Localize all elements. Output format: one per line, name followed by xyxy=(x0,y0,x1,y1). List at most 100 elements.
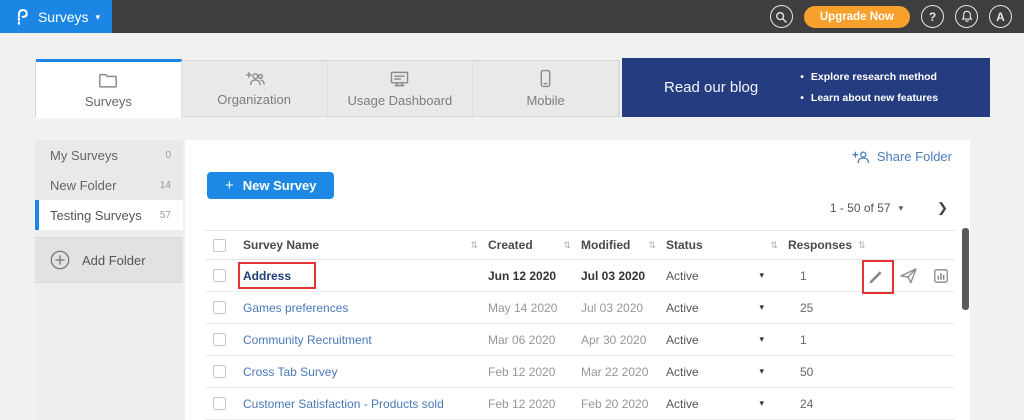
table-body: Address Jun 12 2020 Jul 03 2020 Active ▾… xyxy=(205,260,955,420)
status-dropdown-icon[interactable]: ▾ xyxy=(759,270,764,281)
table-row: Cross Tab Survey Feb 12 2020 Mar 22 2020… xyxy=(205,356,955,388)
status-dropdown-icon[interactable]: ▾ xyxy=(759,366,764,377)
tab-label: Organization xyxy=(217,92,291,107)
brand-label: Surveys xyxy=(38,9,89,25)
organization-icon xyxy=(243,70,265,87)
bullet-icon: • xyxy=(800,92,804,104)
created-cell: May 14 2020 xyxy=(488,301,581,315)
status-dropdown-icon[interactable]: ▾ xyxy=(759,334,764,345)
responses-cell: 1 xyxy=(788,333,854,347)
topbar-actions: Upgrade Now ? A xyxy=(770,5,1024,28)
pagination: 1 - 50 of 57 ▾ ❯ xyxy=(830,200,948,216)
avatar[interactable]: A xyxy=(989,5,1012,28)
responses-cell: 50 xyxy=(788,365,854,379)
sort-icon[interactable]: ⇅ xyxy=(470,240,478,251)
row-checkbox[interactable] xyxy=(213,397,226,410)
new-survey-label: New Survey xyxy=(243,178,317,193)
tab-label: Mobile xyxy=(526,93,564,108)
status-text: Active xyxy=(666,365,699,379)
vertical-scrollbar[interactable] xyxy=(962,228,969,310)
notifications-button[interactable] xyxy=(955,5,978,28)
search-button[interactable] xyxy=(770,5,793,28)
modified-cell: Jul 03 2020 xyxy=(581,301,666,315)
sidebar-item-new-folder[interactable]: New Folder 14 xyxy=(35,170,183,200)
folder-label: New Folder xyxy=(50,178,116,193)
tab-surveys[interactable]: Surveys xyxy=(36,59,182,118)
sort-icon[interactable]: ⇅ xyxy=(858,240,866,251)
tab-organization[interactable]: Organization xyxy=(182,61,328,116)
survey-name-link[interactable]: Community Recruitment xyxy=(243,333,372,347)
col-survey-name[interactable]: Survey Name⇅ xyxy=(243,238,488,252)
status-text: Active xyxy=(666,397,699,411)
add-folder-label: Add Folder xyxy=(82,253,146,268)
upgrade-now-button[interactable]: Upgrade Now xyxy=(804,6,910,28)
share-folder-label: Share Folder xyxy=(877,149,952,164)
mobile-icon xyxy=(539,69,552,88)
table-row: Address Jun 12 2020 Jul 03 2020 Active ▾… xyxy=(205,260,955,292)
responses-cell: 25 xyxy=(788,301,854,315)
bullet-icon: • xyxy=(800,71,804,83)
table-row: Community Recruitment Mar 06 2020 Apr 30… xyxy=(205,324,955,356)
modified-cell: Apr 30 2020 xyxy=(581,333,666,347)
sort-icon[interactable]: ⇅ xyxy=(648,240,656,251)
sort-icon[interactable]: ⇅ xyxy=(770,240,778,251)
pagination-dropdown-icon[interactable]: ▾ xyxy=(899,203,904,214)
modified-cell: Jul 03 2020 xyxy=(581,269,666,283)
status-dropdown-icon[interactable]: ▾ xyxy=(759,398,764,409)
row-checkbox[interactable] xyxy=(213,301,226,314)
blog-banner[interactable]: Read our blog •Explore research method •… xyxy=(622,58,990,117)
banner-bullet: •Learn about new features xyxy=(800,88,938,108)
status-dropdown-icon[interactable]: ▾ xyxy=(759,302,764,313)
row-checkbox[interactable] xyxy=(213,365,226,378)
help-button[interactable]: ? xyxy=(921,5,944,28)
modified-cell: Feb 20 2020 xyxy=(581,397,666,411)
survey-name-link[interactable]: Cross Tab Survey xyxy=(243,365,337,379)
bar-chart-icon xyxy=(933,268,949,284)
created-cell: Feb 12 2020 xyxy=(488,397,581,411)
banner-title: Read our blog xyxy=(664,79,758,96)
tab-mobile[interactable]: Mobile xyxy=(473,61,619,116)
col-status[interactable]: Status⇅ xyxy=(666,238,788,252)
status-text: Active xyxy=(666,269,699,283)
row-checkbox[interactable] xyxy=(213,269,226,282)
proprofs-logo-icon xyxy=(12,6,31,27)
top-bar: Surveys ▾ Upgrade Now ? A xyxy=(0,0,1024,33)
sort-icon[interactable]: ⇅ xyxy=(563,240,571,251)
send-button[interactable] xyxy=(899,267,918,284)
created-cell: Mar 06 2020 xyxy=(488,333,581,347)
sidebar-item-my-surveys[interactable]: My Surveys 0 xyxy=(35,140,183,170)
folder-label: Testing Surveys xyxy=(50,208,142,223)
tab-usage-dashboard[interactable]: Usage Dashboard xyxy=(328,61,474,116)
add-folder-button[interactable]: Add Folder xyxy=(35,237,183,283)
chevron-down-icon: ▾ xyxy=(96,12,101,23)
modified-cell: Mar 22 2020 xyxy=(581,365,666,379)
col-responses[interactable]: Responses⇅ xyxy=(788,238,955,252)
banner-bullet: •Explore research method xyxy=(800,67,938,87)
tab-strip: Surveys Organization Usage Dashboard Mob… xyxy=(35,60,620,117)
bell-icon xyxy=(961,10,973,23)
created-cell: Feb 12 2020 xyxy=(488,365,581,379)
dashboard-icon xyxy=(389,70,410,88)
survey-name-link[interactable]: Customer Satisfaction - Products sold xyxy=(243,397,444,411)
table-header: Survey Name⇅ Created⇅ Modified⇅ Status⇅ … xyxy=(205,230,955,260)
new-survey-button[interactable]: + New Survey xyxy=(207,172,334,199)
next-page-button[interactable]: ❯ xyxy=(937,200,948,216)
reports-button[interactable] xyxy=(933,268,949,284)
responses-cell: 24 xyxy=(788,397,854,411)
col-created[interactable]: Created⇅ xyxy=(488,238,581,252)
share-folder-icon xyxy=(851,150,870,164)
select-all-checkbox[interactable] xyxy=(213,239,226,252)
table-row: Games preferences May 14 2020 Jul 03 202… xyxy=(205,292,955,324)
row-checkbox[interactable] xyxy=(213,333,226,346)
created-cell: Jun 12 2020 xyxy=(488,269,581,283)
paper-plane-icon xyxy=(899,267,918,284)
sidebar-item-testing-surveys[interactable]: Testing Surveys 57 xyxy=(35,200,183,230)
folder-list: My Surveys 0 New Folder 14 Testing Surve… xyxy=(35,140,183,230)
status-text: Active xyxy=(666,333,699,347)
annotation-box-edit-icon xyxy=(862,260,894,294)
folder-count: 0 xyxy=(165,150,171,161)
survey-name-link[interactable]: Games preferences xyxy=(243,301,348,315)
brand-menu[interactable]: Surveys ▾ xyxy=(0,0,112,33)
share-folder-button[interactable]: Share Folder xyxy=(851,149,952,164)
col-modified[interactable]: Modified⇅ xyxy=(581,238,666,252)
